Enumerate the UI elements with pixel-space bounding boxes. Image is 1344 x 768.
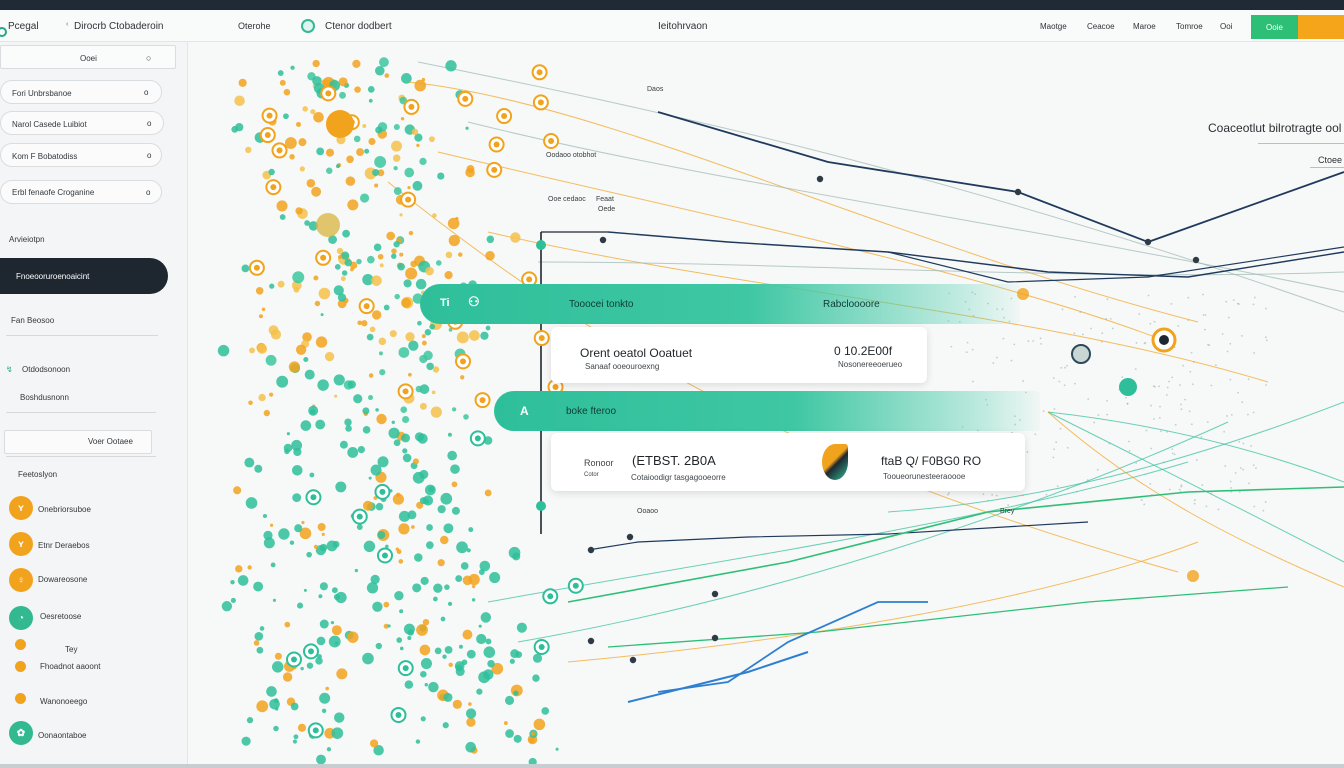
divider <box>6 456 156 457</box>
primary-green-button[interactable]: Ooie <box>1251 15 1298 39</box>
bar2-label: boke fteroo <box>566 406 617 417</box>
node-label: Daos <box>647 86 664 93</box>
person-avatar-4[interactable]: ◔ <box>9 606 33 630</box>
bar1-right-label: Rabcloooore <box>823 299 880 310</box>
brand-name[interactable]: Pcegal <box>8 21 39 32</box>
network-icon: ⚇ <box>468 294 480 309</box>
card2-left-sub: Cotor <box>584 472 599 478</box>
orange-action-button[interactable] <box>1298 15 1344 39</box>
center-title: Ieitohrvaon <box>658 21 708 32</box>
card1-name: Orent oeatol Ooatuet <box>580 346 693 360</box>
nav-item-2[interactable]: Ceacoe <box>1087 22 1115 31</box>
card2-value: (ETBST. 2B0A <box>632 453 716 468</box>
bar1-left-label: Tooocei tonkto <box>569 299 634 310</box>
sidebar-item-4[interactable]: Boshdusnonn <box>20 393 69 402</box>
node-label: Oede <box>598 206 616 213</box>
status-dot-icon <box>301 19 315 33</box>
flow-bar-1[interactable] <box>420 284 1020 324</box>
tab-1[interactable]: Oterohe <box>238 21 271 31</box>
mini-dot-icon <box>15 639 26 650</box>
mini-label-2: Fhoadnot aaoont <box>40 662 101 671</box>
mini-label-3: Wanonoeego <box>40 697 88 706</box>
nav-item-4[interactable]: Tomroe <box>1176 22 1203 31</box>
tab-2[interactable]: Ctenor dodbert <box>325 21 392 32</box>
person-label-1[interactable]: Onebriorsuboe <box>38 505 91 514</box>
leaf-icon: ↯ <box>6 365 13 374</box>
card1-value: 0 10.2E00f <box>834 344 893 358</box>
node-label: Oodaoo otobhot <box>546 152 597 159</box>
person-avatar-1[interactable]: ʏ <box>9 496 33 520</box>
node-label: Brey <box>1000 508 1015 515</box>
sidebar-section-title: Arvieiotpn <box>9 235 45 244</box>
field-4-toggle-icon[interactable]: o <box>146 188 150 197</box>
nav-item-3[interactable]: Maroe <box>1133 22 1156 31</box>
sidebar-field-3-label: Kom F Bobatodiss <box>12 152 78 161</box>
person-label-3[interactable]: Dowareosone <box>38 575 87 584</box>
mini-label-4: Oonaontaboe <box>38 731 87 740</box>
mini-dot-icon <box>15 661 26 672</box>
panel-sub-rule <box>1310 167 1344 168</box>
card1-value-sub: Nosonereeoerueo <box>838 360 903 369</box>
mini-avatar-icon[interactable]: ✿ <box>9 721 33 745</box>
sidebar-field-4-label: Erbl fenaofe Croganine <box>12 188 95 197</box>
node-label: Ooaoo <box>637 508 659 515</box>
card1-name-sub: Sanaaf ooeouroexng <box>585 362 660 371</box>
field-2-toggle-icon[interactable]: o <box>147 119 151 128</box>
window-bottom-frame <box>0 764 1344 768</box>
bar1-icon: Ti <box>440 297 450 309</box>
field-1-toggle-icon[interactable]: o <box>144 88 148 97</box>
person-label-2[interactable]: Etnr Deraebos <box>38 541 90 550</box>
sidebar-item-3[interactable]: Otdodsonoon <box>22 365 70 374</box>
sidebar-field-1-label: Fori Unbrsbanoe <box>12 89 72 98</box>
sidebar-section-2-title: Feetoslyon <box>18 470 58 479</box>
chevron-icon[interactable]: ‹ <box>66 21 68 28</box>
divider <box>6 412 156 413</box>
brand-logo-icon <box>0 27 7 37</box>
panel-subtitle: Ctoee <box>1318 155 1343 165</box>
panel-title-rule <box>1258 143 1344 144</box>
search-value: Ooei <box>80 54 97 63</box>
nav-item-5[interactable]: Ooi <box>1220 22 1232 31</box>
window-top-frame <box>0 0 1344 10</box>
person-avatar-2[interactable]: ʏ <box>9 532 33 556</box>
card2-right-sub: Tooueorunesteeraoooe <box>883 472 966 481</box>
panel-title: Coaceotlut bilrotragte ool <box>1208 121 1342 135</box>
card2-left: Ronoor <box>584 458 614 468</box>
nav-item-1[interactable]: Maotge <box>1040 22 1067 31</box>
node-label: Feaat <box>596 196 614 203</box>
node-label: Ooe cedaoc <box>548 196 586 203</box>
mini-dot-icon <box>15 693 26 704</box>
mini-label-1: Tey <box>65 645 78 654</box>
card2-value-sub: Cotaioodigr tasgagooeorre <box>631 473 726 482</box>
sidebar-field-2-label: Narol Casede Luibiot <box>12 120 87 129</box>
card2-right: ftaB Q/ F0BG0 RO <box>881 454 982 468</box>
person-avatar-3[interactable]: ♀ <box>9 568 33 592</box>
chart-icon <box>822 444 848 480</box>
search-icon[interactable]: ○ <box>146 53 151 63</box>
person-label-4[interactable]: Oesretoose <box>40 612 81 621</box>
bar2-icon: A <box>520 404 529 418</box>
divider <box>6 335 158 336</box>
sidebar-button-label: Voer Ootaee <box>88 437 133 446</box>
app-title: Dirocrb Ctobaderoin <box>74 21 164 32</box>
sidebar-item-active-label: Fnoeooruroenoaicint <box>16 272 90 281</box>
field-3-toggle-icon[interactable]: o <box>147 151 151 160</box>
top-header: Pcegal ‹ Dirocrb Ctobaderoin Oterohe Cte… <box>0 10 1344 42</box>
sidebar-item-2[interactable]: Fan Beosoo <box>11 316 54 325</box>
